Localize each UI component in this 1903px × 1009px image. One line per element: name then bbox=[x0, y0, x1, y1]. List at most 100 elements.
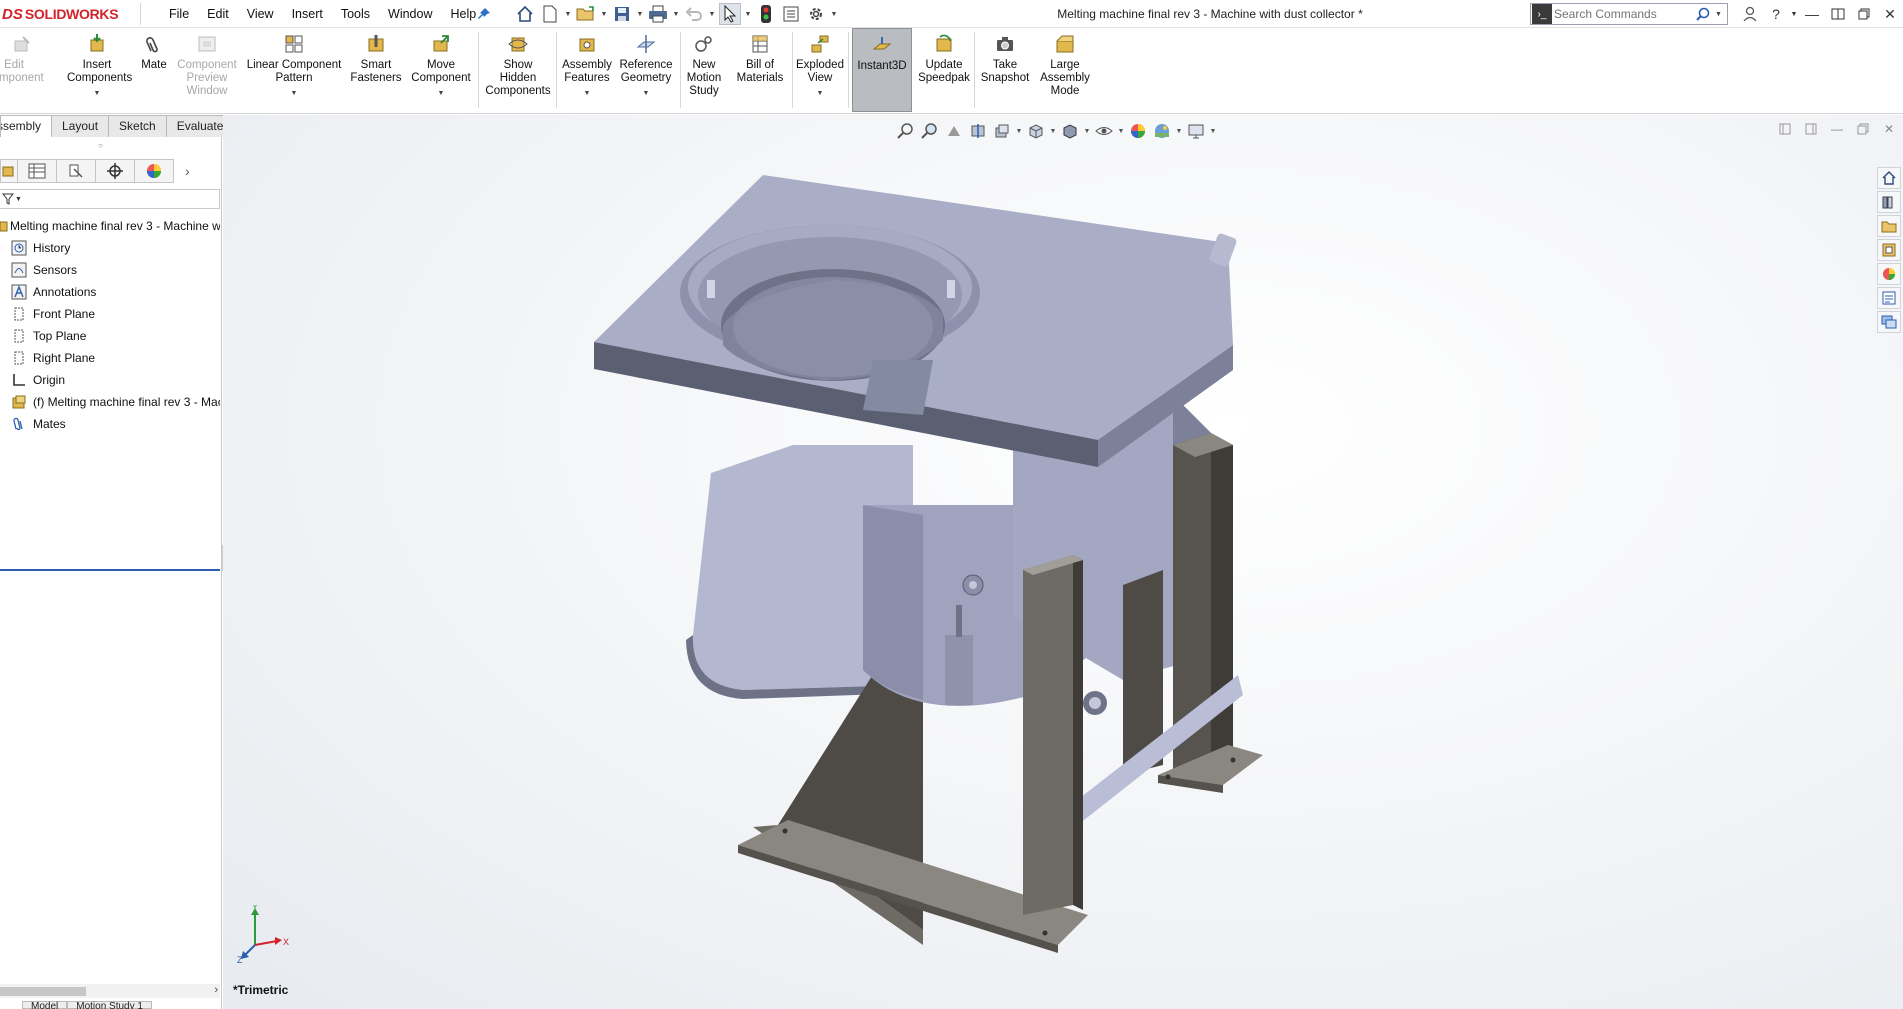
chevron-down-icon[interactable]: ▼ bbox=[600, 3, 608, 25]
solidworks-forum-icon[interactable] bbox=[1877, 311, 1901, 333]
file-properties-icon[interactable] bbox=[780, 3, 802, 25]
chevron-down-icon[interactable]: ▼ bbox=[1015, 128, 1023, 135]
menu-file[interactable]: File bbox=[160, 7, 198, 21]
chevron-down-icon[interactable]: ▼ bbox=[584, 87, 591, 100]
search-commands-box[interactable]: ›_ ▼ bbox=[1530, 3, 1728, 25]
save-icon[interactable] bbox=[611, 3, 633, 25]
dynamic-annotation-icon[interactable] bbox=[991, 121, 1013, 141]
open-folder-icon[interactable] bbox=[575, 3, 597, 25]
chevron-down-icon[interactable]: ▼ bbox=[830, 3, 838, 25]
chevron-down-icon[interactable]: ▼ bbox=[15, 196, 22, 203]
tab-dimxpertmanager[interactable] bbox=[95, 159, 135, 183]
chevron-down-icon[interactable]: ▼ bbox=[564, 3, 572, 25]
menu-view[interactable]: View bbox=[238, 7, 283, 21]
tab-configurationmanager[interactable] bbox=[56, 159, 96, 183]
show-hidden-components-button[interactable]: Show Hidden Components bbox=[482, 28, 554, 112]
linear-pattern-button[interactable]: Linear Component Pattern ▼ bbox=[244, 28, 344, 112]
chevron-right-icon[interactable]: › bbox=[185, 163, 190, 179]
tab-model[interactable]: Model bbox=[22, 1001, 68, 1009]
chevron-down-icon[interactable]: ▼ bbox=[1175, 128, 1183, 135]
new-document-icon[interactable] bbox=[539, 3, 561, 25]
display-style-icon[interactable] bbox=[1059, 121, 1081, 141]
apply-scene-icon[interactable] bbox=[1151, 121, 1173, 141]
tab-displaymanager[interactable] bbox=[134, 159, 174, 183]
assembly-features-button[interactable]: Assembly Features ▼ bbox=[560, 28, 614, 112]
view-palette-icon[interactable] bbox=[1877, 239, 1901, 261]
options-gear-icon[interactable] bbox=[805, 3, 827, 25]
exploded-view-button[interactable]: Exploded View ▼ bbox=[794, 28, 846, 112]
tree-item-mates[interactable]: Mates bbox=[0, 413, 220, 435]
chevron-down-icon[interactable]: ▼ bbox=[708, 3, 716, 25]
hide-show-items-icon[interactable] bbox=[1093, 121, 1115, 141]
search-input[interactable] bbox=[1554, 7, 1694, 21]
pin-menu-icon[interactable] bbox=[476, 6, 492, 22]
tab-propertymanager[interactable] bbox=[17, 159, 57, 183]
large-assembly-mode-button[interactable]: Large Assembly Mode bbox=[1036, 28, 1094, 112]
menu-edit[interactable]: Edit bbox=[198, 7, 238, 21]
menu-insert[interactable]: Insert bbox=[283, 7, 332, 21]
tree-item-top-plane[interactable]: Top Plane bbox=[0, 325, 220, 347]
split-viewport-right-icon[interactable] bbox=[1801, 120, 1821, 138]
tab-motion-study[interactable]: Motion Study 1 bbox=[67, 1001, 152, 1009]
menu-window[interactable]: Window bbox=[379, 7, 441, 21]
tab-featuremanager-tree[interactable] bbox=[0, 159, 18, 183]
reference-geometry-button[interactable]: Reference Geometry ▼ bbox=[616, 28, 676, 112]
tree-item-sensors[interactable]: Sensors bbox=[0, 259, 220, 281]
file-explorer-icon[interactable] bbox=[1877, 215, 1901, 237]
graphics-area[interactable]: ▼ ▼ ▼ ▼ ▼ ▼ — ✕ Y X Z *Trimetric bbox=[223, 115, 1903, 1009]
tree-item-right-plane[interactable]: Right Plane bbox=[0, 347, 220, 369]
chevron-down-icon[interactable]: ▼ bbox=[1715, 11, 1722, 18]
appearances-scenes-icon[interactable] bbox=[1877, 263, 1901, 285]
view-orientation-icon[interactable] bbox=[1025, 121, 1047, 141]
edit-component-button[interactable]: Edit Component bbox=[0, 28, 44, 112]
smart-fasteners-button[interactable]: Smart Fasteners bbox=[346, 28, 406, 112]
new-motion-study-button[interactable]: New Motion Study bbox=[684, 28, 724, 112]
chevron-down-icon[interactable]: ▼ bbox=[1049, 128, 1057, 135]
insert-components-button[interactable]: Insert Components ▼ bbox=[62, 28, 132, 112]
tab-assembly[interactable]: Assembly bbox=[0, 115, 52, 137]
minimize-icon[interactable]: — bbox=[1799, 1, 1825, 27]
tree-item-origin[interactable]: Origin bbox=[0, 369, 220, 391]
chevron-down-icon[interactable]: ▼ bbox=[643, 87, 650, 100]
chevron-down-icon[interactable]: ▼ bbox=[1789, 1, 1799, 27]
instant3d-button[interactable]: Instant3D bbox=[852, 28, 912, 112]
update-speedpak-button[interactable]: Update Speedpak bbox=[916, 28, 972, 112]
chevron-down-icon[interactable]: ▼ bbox=[744, 3, 752, 25]
undo-icon[interactable] bbox=[683, 3, 705, 25]
edit-appearance-icon[interactable] bbox=[1127, 121, 1149, 141]
tree-item-front-plane[interactable]: Front Plane bbox=[0, 303, 220, 325]
solidworks-resources-home-icon[interactable] bbox=[1877, 167, 1901, 189]
zoom-to-fit-icon[interactable] bbox=[895, 121, 917, 141]
chevron-down-icon[interactable]: ▼ bbox=[672, 3, 680, 25]
previous-view-icon[interactable] bbox=[943, 121, 965, 141]
tree-item-subassembly[interactable]: (f) Melting machine final rev 3 - Machin… bbox=[0, 391, 220, 413]
bill-of-materials-button[interactable]: Bill of Materials bbox=[730, 28, 790, 112]
tree-root-assembly[interactable]: Melting machine final rev 3 - Machine wi… bbox=[0, 215, 220, 237]
panel-splitter-handle[interactable]: ○ bbox=[98, 141, 103, 150]
tree-filter[interactable]: ▼ bbox=[0, 189, 220, 209]
machine-assembly-model[interactable] bbox=[223, 115, 1903, 1009]
tree-item-history[interactable]: History bbox=[0, 237, 220, 259]
restore-document-icon[interactable] bbox=[1853, 120, 1873, 138]
view-settings-monitor-icon[interactable] bbox=[1185, 121, 1207, 141]
tab-sketch[interactable]: Sketch bbox=[108, 115, 167, 137]
solidworks-logo[interactable]: DS SOLIDWORKS bbox=[2, 4, 138, 24]
home-icon[interactable] bbox=[514, 3, 536, 25]
chevron-down-icon[interactable]: ▼ bbox=[636, 3, 644, 25]
tree-item-annotations[interactable]: Annotations bbox=[0, 281, 220, 303]
design-library-icon[interactable] bbox=[1877, 191, 1901, 213]
minimize-document-icon[interactable]: — bbox=[1827, 120, 1847, 138]
mate-button[interactable]: Mate bbox=[136, 28, 172, 112]
horizontal-scrollbar[interactable]: › bbox=[0, 984, 220, 998]
chevron-down-icon[interactable]: ▼ bbox=[94, 87, 101, 100]
chevron-down-icon[interactable]: ▼ bbox=[1209, 128, 1217, 135]
custom-properties-icon[interactable] bbox=[1877, 287, 1901, 309]
chevron-down-icon[interactable]: ▼ bbox=[817, 87, 824, 100]
help-icon[interactable]: ? bbox=[1763, 1, 1789, 27]
search-icon[interactable] bbox=[1694, 5, 1712, 23]
take-snapshot-button[interactable]: Take Snapshot bbox=[978, 28, 1032, 112]
chevron-right-icon[interactable]: › bbox=[214, 984, 218, 996]
filter-icon[interactable] bbox=[2, 193, 14, 205]
print-icon[interactable] bbox=[647, 3, 669, 25]
rebuild-traffic-light-icon[interactable] bbox=[755, 3, 777, 25]
